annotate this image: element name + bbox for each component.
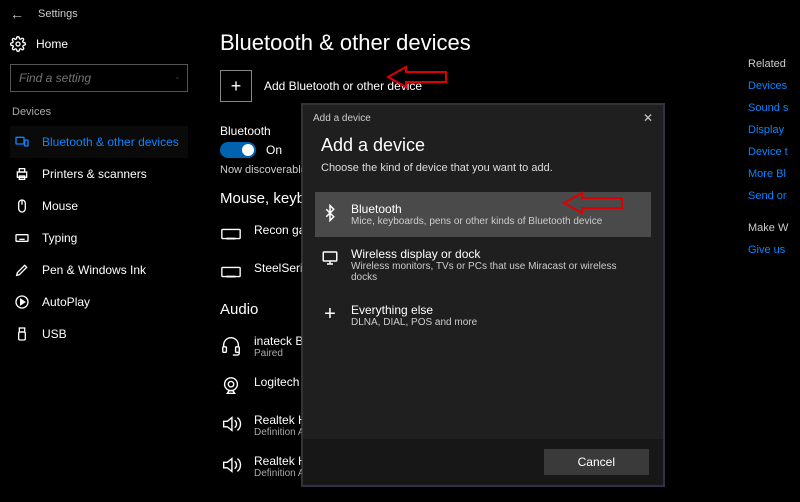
bluetooth-toggle[interactable]: [220, 142, 256, 158]
sidebar-item-label: USB: [42, 327, 67, 341]
sidebar-item-usb[interactable]: USB: [10, 318, 188, 350]
keyboard-icon: [220, 261, 242, 283]
keyboard-icon: [220, 223, 242, 245]
related-header: Related: [748, 58, 800, 70]
option-everything-else[interactable]: + Everything elseDLNA, DIAL, POS and mor…: [315, 293, 651, 338]
window-title: Settings: [38, 8, 78, 20]
gear-icon: [10, 36, 26, 52]
headset-icon: [220, 334, 242, 356]
search-field[interactable]: [19, 71, 176, 85]
sidebar-item-autoplay[interactable]: AutoPlay: [10, 286, 188, 318]
sidebar-item-label: Mouse: [42, 199, 78, 213]
option-title: Wireless display or dock: [351, 247, 645, 261]
feedback-link[interactable]: Give us: [748, 244, 800, 256]
dialog-title: Add a device: [313, 113, 371, 124]
sidebar-item-typing[interactable]: Typing: [10, 222, 188, 254]
sidebar-section-header: Devices: [12, 106, 188, 118]
sidebar-item-mouse[interactable]: Mouse: [10, 190, 188, 222]
sidebar-item-label: Typing: [42, 231, 77, 245]
webcam-icon: [220, 375, 242, 397]
cancel-button[interactable]: Cancel: [544, 449, 649, 475]
related-link[interactable]: Device t: [748, 146, 800, 158]
option-title: Bluetooth: [351, 202, 602, 216]
related-links: Related Devices Sound s Display Device t…: [742, 28, 800, 502]
search-input[interactable]: [10, 64, 188, 92]
window-titlebar: ← Settings: [0, 0, 800, 28]
dialog-subtitle: Choose the kind of device that you want …: [321, 162, 645, 174]
sidebar-item-printers[interactable]: Printers & scanners: [10, 158, 188, 190]
usb-icon: [14, 326, 30, 342]
plus-icon: +: [321, 305, 339, 323]
related-link[interactable]: Devices: [748, 80, 800, 92]
sidebar-item-bluetooth[interactable]: Bluetooth & other devices: [10, 126, 188, 158]
related-link[interactable]: Send or: [748, 190, 800, 202]
option-subtitle: Mice, keyboards, pens or other kinds of …: [351, 216, 602, 227]
keyboard-icon: [14, 230, 30, 246]
related-link[interactable]: Sound s: [748, 102, 800, 114]
close-icon[interactable]: ✕: [643, 111, 653, 125]
option-subtitle: DLNA, DIAL, POS and more: [351, 317, 477, 328]
feedback-header: Make W: [748, 222, 800, 234]
page-title: Bluetooth & other devices: [220, 30, 742, 56]
sidebar-item-label: AutoPlay: [42, 295, 90, 309]
home-button[interactable]: Home: [10, 34, 188, 54]
related-link[interactable]: More Bl: [748, 168, 800, 180]
bluetooth-state: On: [266, 143, 282, 157]
option-wireless-display[interactable]: Wireless display or dockWireless monitor…: [315, 237, 651, 293]
pen-icon: [14, 262, 30, 278]
add-device-dialog: Add a device ✕ Add a device Choose the k…: [302, 104, 664, 486]
related-link[interactable]: Display: [748, 124, 800, 136]
sidebar-item-label: Bluetooth & other devices: [42, 135, 179, 149]
option-bluetooth[interactable]: BluetoothMice, keyboards, pens or other …: [315, 192, 651, 237]
dialog-heading: Add a device: [321, 135, 645, 156]
speaker-icon: [220, 413, 242, 435]
option-title: Everything else: [351, 303, 477, 317]
add-device-label: Add Bluetooth or other device: [264, 79, 422, 93]
sidebar: Home Devices Bluetooth & other devices P…: [0, 28, 198, 502]
sidebar-item-pen[interactable]: Pen & Windows Ink: [10, 254, 188, 286]
add-device-button[interactable]: + Add Bluetooth or other device: [220, 70, 742, 102]
devices-icon: [14, 134, 30, 150]
autoplay-icon: [14, 294, 30, 310]
printer-icon: [14, 166, 30, 182]
mouse-icon: [14, 198, 30, 214]
home-label: Home: [36, 37, 68, 51]
search-icon: [176, 71, 179, 85]
monitor-icon: [321, 249, 339, 267]
sidebar-item-label: Printers & scanners: [42, 167, 147, 181]
back-icon[interactable]: ←: [10, 6, 24, 22]
bluetooth-icon: [321, 204, 339, 222]
option-subtitle: Wireless monitors, TVs or PCs that use M…: [351, 261, 645, 283]
speaker-icon: [220, 454, 242, 476]
plus-icon: +: [220, 70, 252, 102]
sidebar-item-label: Pen & Windows Ink: [42, 263, 146, 277]
